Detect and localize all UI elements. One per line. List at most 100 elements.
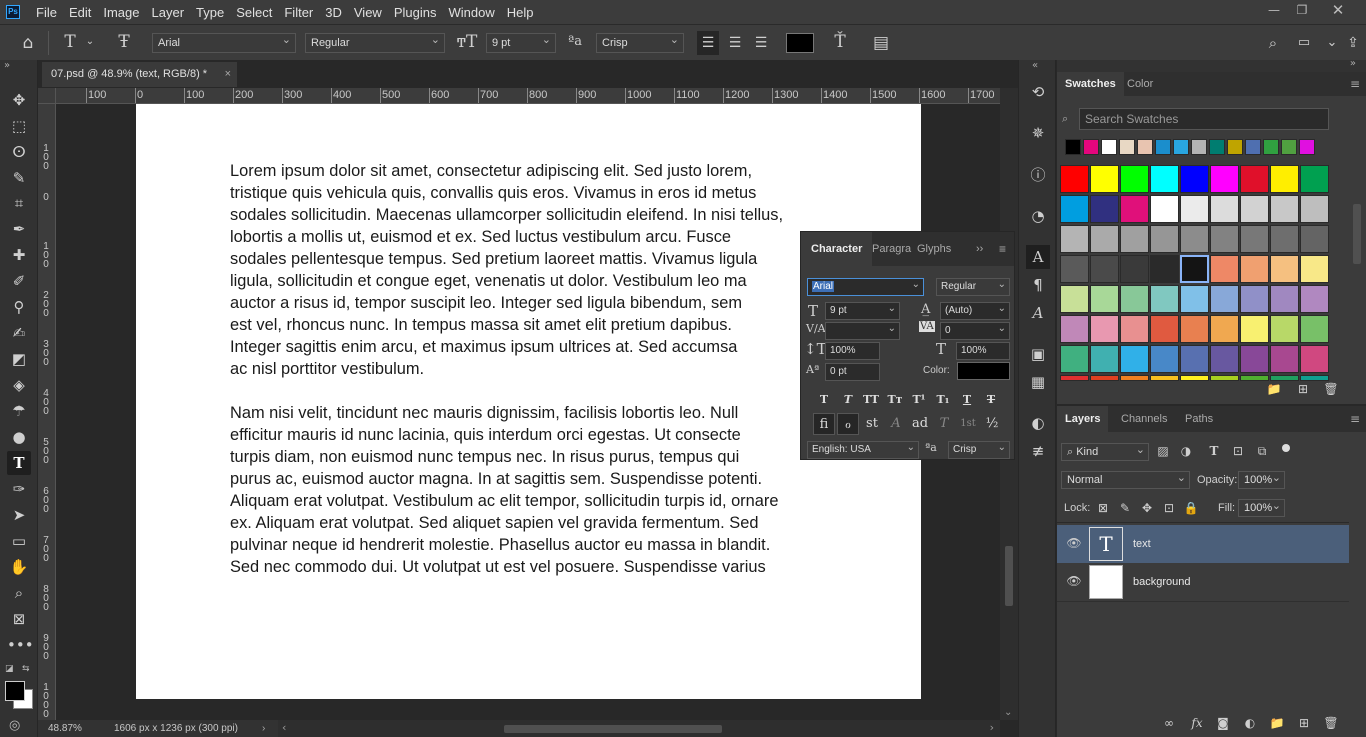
recent-swatch[interactable] <box>1173 139 1189 155</box>
align-center-icon[interactable]: ☰ <box>723 31 747 55</box>
color-swatch[interactable] <box>1060 345 1089 373</box>
anti-alias-select[interactable]: Crisp ⌄ <box>948 441 1010 459</box>
color-swatch[interactable] <box>1120 315 1149 343</box>
color-swatch[interactable] <box>1180 255 1209 283</box>
font-size-select[interactable]: 9 pt <box>486 31 556 53</box>
color-swatch[interactable] <box>1150 195 1179 223</box>
pixel-layer-filter-icon[interactable]: ▨ <box>1154 444 1172 458</box>
layer-row-text[interactable]: 👁 T text <box>1057 525 1349 563</box>
tab-glyphs[interactable]: Glyphs <box>917 232 951 266</box>
scroll-down-icon[interactable]: ⌄ <box>1004 707 1012 718</box>
delete-layer-icon[interactable]: 🗑 <box>1322 716 1340 730</box>
scroll-left-icon[interactable]: ‹ <box>282 721 286 734</box>
color-swatch[interactable] <box>1090 285 1119 313</box>
menu-type[interactable]: Type <box>190 5 230 20</box>
color-swatch[interactable] <box>1240 375 1269 381</box>
opacity-field[interactable]: 100% ⌄ <box>1238 471 1285 489</box>
tracking-field[interactable]: 0 ⌄ <box>940 322 1010 340</box>
stylistic-alternates-button[interactable]: ad <box>909 413 931 435</box>
type-tool-icon[interactable]: T <box>7 451 31 475</box>
color-swatch[interactable] <box>1120 375 1149 381</box>
chevron-down-icon[interactable]: ⌄ <box>907 440 915 456</box>
color-swatch[interactable] <box>1210 345 1239 373</box>
color-swatch[interactable] <box>1090 195 1119 223</box>
color-swatch[interactable] <box>1060 375 1089 381</box>
color-swatch[interactable] <box>1240 165 1269 193</box>
eraser-tool-icon[interactable]: ◩ <box>7 347 31 371</box>
quick-mask-icon[interactable]: ◎ <box>9 718 20 733</box>
chevron-down-icon[interactable]: ⌄ <box>1272 470 1281 486</box>
color-swatch[interactable] <box>1300 285 1329 313</box>
recent-swatch[interactable] <box>1119 139 1135 155</box>
rectangle-tool-icon[interactable]: ▭ <box>7 529 31 553</box>
color-swatch[interactable] <box>1150 375 1179 381</box>
glyphs-panel-icon[interactable]: A <box>1026 301 1050 325</box>
color-swatch[interactable] <box>1150 315 1179 343</box>
recent-swatch[interactable] <box>1065 139 1081 155</box>
brush-tool-icon[interactable]: ✐ <box>7 269 31 293</box>
color-swatch[interactable] <box>1240 345 1269 373</box>
panel-menu-icon[interactable]: ≡ <box>1350 72 1360 96</box>
crop-tool-icon[interactable]: ⌗ <box>7 191 31 215</box>
foreground-color-swatch[interactable] <box>5 681 25 701</box>
new-layer-icon[interactable]: ⊞ <box>1295 716 1313 730</box>
panel-menu-icon[interactable]: ≡ <box>1350 406 1360 432</box>
default-colors-icon[interactable]: ◪ <box>5 664 14 674</box>
share-icon[interactable]: ⇪ <box>1341 31 1365 55</box>
properties-icon[interactable]: ≢ <box>1026 439 1050 463</box>
search-icon[interactable]: ⌕ <box>1261 31 1285 55</box>
color-swatch[interactable] <box>1210 315 1239 343</box>
tab-layers[interactable]: Layers <box>1057 406 1109 432</box>
color-swatch[interactable] <box>1090 165 1119 193</box>
swap-colors-icon[interactable]: ⇆ <box>22 664 30 674</box>
new-group-icon[interactable]: 📁 <box>1268 716 1286 730</box>
menu-file[interactable]: File <box>30 5 63 20</box>
color-swatch[interactable] <box>1300 225 1329 253</box>
font-style-select[interactable]: Regular <box>305 31 445 53</box>
subscript-button[interactable]: T₁ <box>933 390 953 410</box>
tab-color[interactable]: Color <box>1119 72 1161 96</box>
swatches-scroll-thumb[interactable] <box>1353 204 1361 264</box>
link-layers-icon[interactable]: ∞ <box>1160 716 1178 730</box>
color-swatch[interactable] <box>1300 375 1329 381</box>
zoom-tool-icon[interactable]: ⌕ <box>7 581 31 605</box>
color-swatch[interactable] <box>1180 225 1209 253</box>
panel-menu-icon[interactable]: ≡ <box>999 232 1006 266</box>
recent-swatch[interactable] <box>1263 139 1279 155</box>
color-swatch[interactable] <box>1150 225 1179 253</box>
path-select-tool-icon[interactable]: ➤ <box>7 503 31 527</box>
all-caps-button[interactable]: TT <box>861 390 881 410</box>
warp-text-icon[interactable]: Ť <box>828 30 852 54</box>
hand-tool-icon[interactable]: ✋ <box>7 555 31 579</box>
color-swatch[interactable] <box>1090 255 1119 283</box>
color-swatch[interactable] <box>1240 315 1269 343</box>
titling-alternates-button[interactable]: T <box>933 413 955 435</box>
color-swatch[interactable] <box>1060 285 1089 313</box>
healing-brush-tool-icon[interactable]: ✚ <box>7 243 31 267</box>
chevron-down-icon[interactable]: ⌄ <box>998 321 1006 337</box>
recent-swatch[interactable] <box>1281 139 1297 155</box>
recent-swatch[interactable] <box>1191 139 1207 155</box>
minimize-icon[interactable]: — <box>1263 3 1285 21</box>
color-swatch[interactable] <box>1180 375 1209 381</box>
color-swatch[interactable] <box>1270 285 1299 313</box>
tab-channels[interactable]: Channels <box>1113 406 1175 432</box>
lock-all-icon[interactable]: 🔒 <box>1182 501 1200 515</box>
chevron-down-icon[interactable]: ⌄ <box>998 440 1006 456</box>
zoom-level[interactable]: 48.87% <box>48 720 82 737</box>
faux-italic-button[interactable]: T <box>838 390 858 410</box>
color-swatch[interactable] <box>1180 345 1209 373</box>
color-swatch[interactable] <box>1300 195 1329 223</box>
color-swatch[interactable] <box>1300 165 1329 193</box>
chevron-down-icon[interactable]: ⌄ <box>998 277 1006 293</box>
search-swatches-input[interactable]: Search Swatches <box>1079 108 1329 130</box>
quick-select-tool-icon[interactable]: ✎ <box>7 166 31 190</box>
font-size-field[interactable]: 9 pt ⌄ <box>825 302 900 320</box>
menu-3d[interactable]: 3D <box>319 5 348 20</box>
lock-position-icon[interactable]: ✥ <box>1138 501 1156 515</box>
lasso-tool-icon[interactable]: ⵙ <box>7 140 31 164</box>
font-style-field[interactable]: Regular ⌄ <box>936 278 1010 296</box>
color-swatch[interactable] <box>1270 195 1299 223</box>
discretionary-ligatures-button[interactable]: st <box>861 413 883 435</box>
color-swatch[interactable] <box>1270 255 1299 283</box>
